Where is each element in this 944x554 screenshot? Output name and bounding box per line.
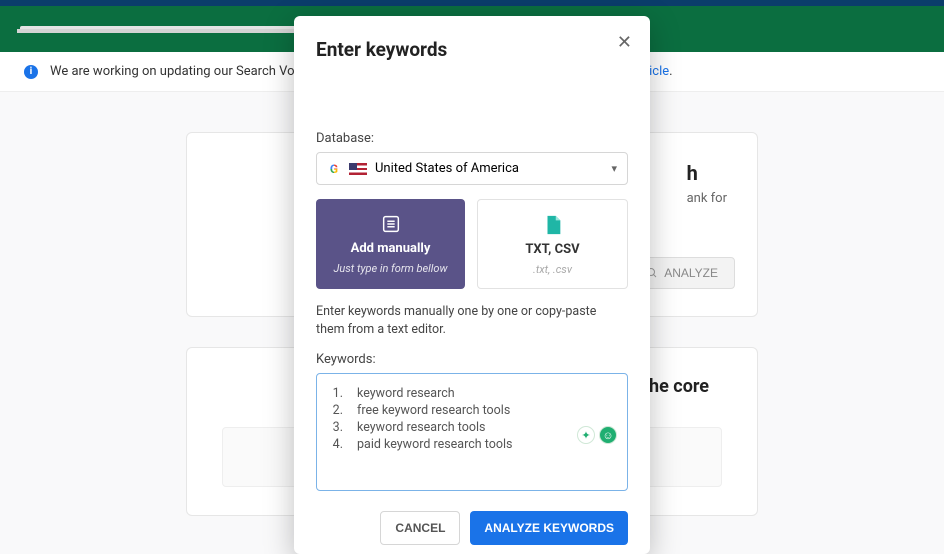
analyze-keywords-button[interactable]: ANALYZE KEYWORDS [470,511,628,545]
form-icon [380,213,402,235]
keyword-row: 3.keyword research tools [329,420,615,435]
file-icon [542,214,564,236]
database-select[interactable]: G United States of America ▾ [316,152,628,185]
grammar-badge-icon[interactable]: ✦ [577,426,595,444]
database-value: United States of America [375,161,519,176]
grammar-badges: ✦ ☺ [577,426,617,444]
instruction-text: Enter keywords manually one by one or co… [316,303,628,338]
keyword-text: free keyword research tools [357,403,510,418]
modal-overlay: ✕ Enter keywords Database: G United Stat… [0,0,944,554]
google-icon: G [327,162,341,176]
keywords-label: Keywords: [316,352,628,367]
cancel-button[interactable]: CANCEL [380,511,460,545]
tab-upload-file[interactable]: TXT, CSV .txt, .csv [477,199,628,289]
keyword-row: 2.free keyword research tools [329,403,615,418]
keywords-list: 1.keyword research 2.free keyword resear… [329,386,615,452]
keyword-text: keyword research tools [357,420,485,435]
tab-manual-sub: Just type in form bellow [334,262,448,275]
tab-file-sub: .txt, .csv [533,263,572,276]
database-label: Database: [316,131,628,146]
keyword-row: 1.keyword research [329,386,615,401]
enter-keywords-modal: ✕ Enter keywords Database: G United Stat… [294,16,650,554]
modal-title: Enter keywords [316,38,628,61]
tab-add-manually[interactable]: Add manually Just type in form bellow [316,199,465,289]
close-icon[interactable]: ✕ [617,32,632,53]
chevron-down-icon: ▾ [611,162,617,175]
tab-file-title: TXT, CSV [525,242,579,257]
keywords-textarea[interactable]: 1.keyword research 2.free keyword resear… [316,373,628,491]
tab-manual-title: Add manually [351,241,431,256]
keyword-text: paid keyword research tools [357,437,512,452]
keyword-text: keyword research [357,386,455,401]
keyword-row: 4.paid keyword research tools [329,437,615,452]
us-flag-icon [349,163,367,175]
grammar-check-icon[interactable]: ☺ [599,426,617,444]
